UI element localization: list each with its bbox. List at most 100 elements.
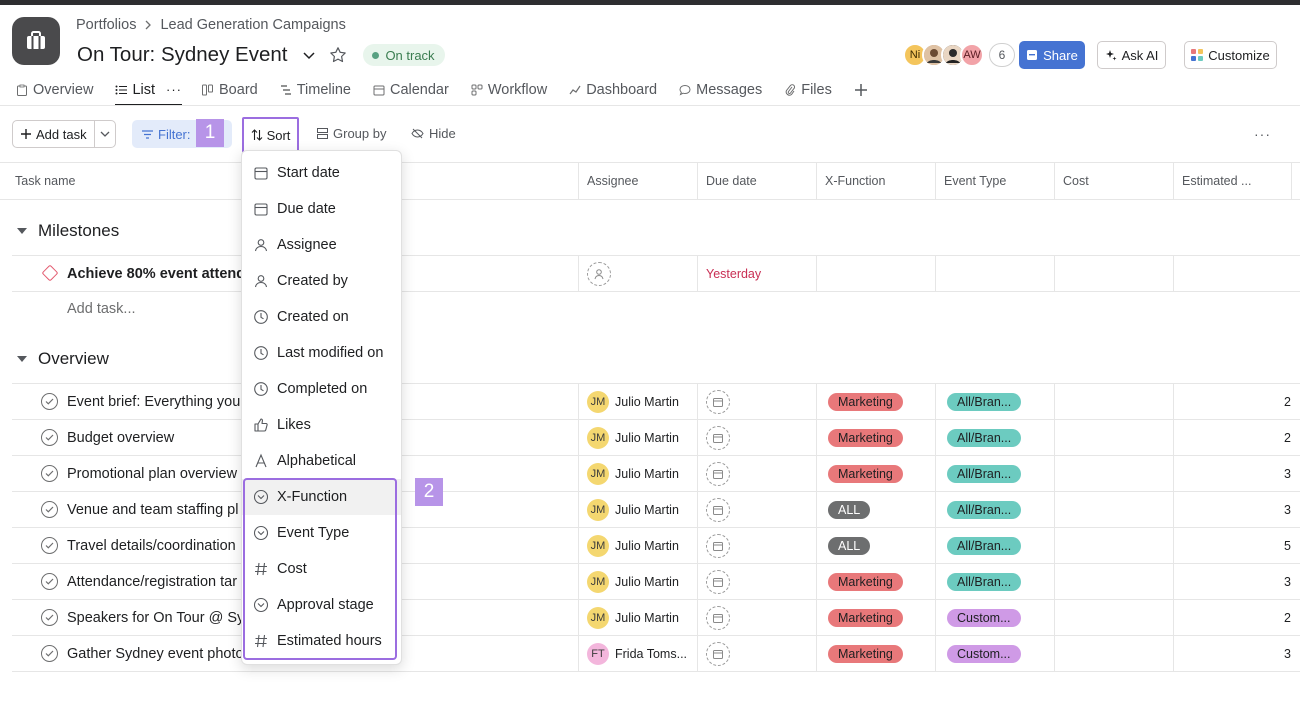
event-type-cell[interactable]: All/Bran... bbox=[935, 492, 1054, 527]
share-button[interactable]: Share bbox=[1019, 41, 1085, 69]
due-date-cell[interactable] bbox=[697, 636, 816, 671]
sort-option-assignee[interactable]: Assignee bbox=[242, 227, 401, 263]
add-task-button[interactable]: Add task bbox=[12, 120, 116, 148]
event-type-cell[interactable]: All/Bran... bbox=[935, 528, 1054, 563]
task-name[interactable]: Event brief: Everything you bbox=[67, 384, 240, 419]
event-type-cell[interactable]: All/Bran... bbox=[935, 384, 1054, 419]
estimated-cell[interactable]: 3 bbox=[1173, 492, 1300, 527]
chevron-down-icon[interactable] bbox=[301, 47, 317, 63]
cost-cell[interactable] bbox=[1054, 420, 1173, 455]
section-overview[interactable]: Overview bbox=[17, 349, 109, 369]
add-tab-button[interactable] bbox=[854, 80, 868, 99]
table-row[interactable]: Event brief: Everything you JM Julio Mar… bbox=[12, 383, 1300, 420]
more-options-icon[interactable]: ··· bbox=[1254, 126, 1271, 142]
x-function-cell[interactable]: Marketing bbox=[816, 600, 935, 635]
tab-messages[interactable]: Messages bbox=[679, 80, 762, 99]
table-row[interactable]: Attendance/registration tar JM Julio Mar… bbox=[12, 563, 1300, 600]
tab-overview[interactable]: Overview bbox=[16, 80, 93, 99]
column-header-assignee[interactable]: Assignee bbox=[578, 163, 697, 199]
table-row[interactable]: Promotional plan overview JM Julio Marti… bbox=[12, 455, 1300, 492]
due-date-cell[interactable]: Yesterday bbox=[697, 256, 816, 291]
complete-check-icon[interactable] bbox=[41, 645, 58, 662]
x-function-cell[interactable]: ALL bbox=[816, 492, 935, 527]
assignee-cell[interactable]: JM Julio Martin bbox=[578, 564, 697, 599]
project-briefcase-icon[interactable] bbox=[12, 17, 60, 65]
sort-option-created-by[interactable]: Created by bbox=[242, 263, 401, 299]
due-date-cell[interactable] bbox=[697, 420, 816, 455]
event-type-cell[interactable]: Custom... bbox=[935, 636, 1054, 671]
x-function-cell[interactable]: Marketing bbox=[816, 420, 935, 455]
cost-cell[interactable] bbox=[1054, 492, 1173, 527]
estimated-cell[interactable] bbox=[1173, 256, 1300, 291]
sort-option-due-date[interactable]: Due date bbox=[242, 191, 401, 227]
milestone-diamond-icon[interactable] bbox=[41, 264, 59, 282]
sort-option-start-date[interactable]: Start date bbox=[242, 155, 401, 191]
tab-board[interactable]: Board bbox=[202, 80, 258, 99]
x-function-cell[interactable] bbox=[816, 256, 935, 291]
breadcrumb-portfolios[interactable]: Portfolios bbox=[76, 17, 136, 33]
column-header-cost[interactable]: Cost bbox=[1054, 163, 1173, 199]
avatar[interactable]: AW bbox=[960, 43, 984, 67]
due-date-cell[interactable] bbox=[697, 564, 816, 599]
task-name[interactable]: Venue and team staffing pl bbox=[67, 492, 238, 527]
estimated-cell[interactable]: 2 bbox=[1173, 600, 1300, 635]
table-row[interactable]: Travel details/coordination JM Julio Mar… bbox=[12, 527, 1300, 564]
table-row[interactable]: Speakers for On Tour @ Sy JM Julio Marti… bbox=[12, 599, 1300, 636]
task-name[interactable]: Achieve 80% event attend bbox=[67, 256, 245, 291]
assignee-cell[interactable]: FT Frida Toms... bbox=[578, 636, 697, 671]
tab-files[interactable]: Files bbox=[784, 80, 832, 99]
task-name[interactable]: Promotional plan overview bbox=[67, 456, 237, 491]
task-name[interactable]: Gather Sydney event photo bbox=[67, 636, 244, 671]
estimated-cell[interactable]: 3 bbox=[1173, 636, 1300, 671]
add-task-dropdown[interactable] bbox=[95, 121, 115, 147]
sort-option-completed-on[interactable]: Completed on bbox=[242, 371, 401, 407]
sort-option-alphabetical[interactable]: Alphabetical bbox=[242, 443, 401, 479]
calendar-icon[interactable] bbox=[706, 389, 730, 414]
complete-check-icon[interactable] bbox=[41, 537, 58, 554]
due-date-cell[interactable] bbox=[697, 492, 816, 527]
add-task-main[interactable]: Add task bbox=[13, 121, 95, 147]
event-type-cell[interactable]: All/Bran... bbox=[935, 420, 1054, 455]
sort-option-last-modified-on[interactable]: Last modified on bbox=[242, 335, 401, 371]
add-task-link[interactable]: Add task... bbox=[67, 301, 136, 317]
calendar-icon[interactable] bbox=[706, 425, 730, 450]
table-row[interactable]: Venue and team staffing pl JM Julio Mart… bbox=[12, 491, 1300, 528]
x-function-cell[interactable]: Marketing bbox=[816, 384, 935, 419]
complete-check-icon[interactable] bbox=[41, 429, 58, 446]
x-function-cell[interactable]: Marketing bbox=[816, 636, 935, 671]
complete-check-icon[interactable] bbox=[41, 609, 58, 626]
group-by-button[interactable]: Group by bbox=[317, 126, 386, 141]
assignee-cell[interactable] bbox=[578, 256, 697, 291]
assignee-cell[interactable]: JM Julio Martin bbox=[578, 600, 697, 635]
sort-button[interactable]: Sort bbox=[242, 117, 299, 153]
calendar-icon[interactable] bbox=[706, 533, 730, 558]
ask-ai-button[interactable]: Ask AI bbox=[1097, 41, 1166, 69]
tab-more-icon[interactable]: ··· bbox=[166, 82, 182, 97]
calendar-icon[interactable] bbox=[706, 605, 730, 630]
cost-cell[interactable] bbox=[1054, 564, 1173, 599]
task-name[interactable]: Budget overview bbox=[67, 420, 174, 455]
unassigned-person-icon[interactable] bbox=[587, 261, 611, 286]
column-header-due-date[interactable]: Due date bbox=[697, 163, 816, 199]
tab-timeline[interactable]: Timeline bbox=[280, 80, 351, 99]
x-function-cell[interactable]: ALL bbox=[816, 528, 935, 563]
assignee-cell[interactable]: JM Julio Martin bbox=[578, 492, 697, 527]
estimated-cell[interactable]: 3 bbox=[1173, 456, 1300, 491]
column-header-estimated[interactable]: Estimated ... bbox=[1173, 163, 1292, 199]
event-type-cell[interactable]: All/Bran... bbox=[935, 564, 1054, 599]
tab-list[interactable]: List ··· bbox=[115, 80, 182, 106]
section-milestones[interactable]: Milestones bbox=[17, 221, 119, 241]
complete-check-icon[interactable] bbox=[41, 465, 58, 482]
table-row[interactable]: Achieve 80% event attend Yesterday bbox=[12, 255, 1300, 292]
x-function-cell[interactable]: Marketing bbox=[816, 456, 935, 491]
collapse-triangle-icon[interactable] bbox=[17, 228, 27, 234]
due-date-cell[interactable] bbox=[697, 528, 816, 563]
due-date-cell[interactable] bbox=[697, 600, 816, 635]
event-type-cell[interactable] bbox=[935, 256, 1054, 291]
task-name[interactable]: Travel details/coordination bbox=[67, 528, 236, 563]
x-function-cell[interactable]: Marketing bbox=[816, 564, 935, 599]
table-row[interactable]: Gather Sydney event photo FT Frida Toms.… bbox=[12, 635, 1300, 672]
star-icon[interactable] bbox=[329, 46, 347, 64]
status-badge[interactable]: On track bbox=[363, 44, 445, 66]
cost-cell[interactable] bbox=[1054, 256, 1173, 291]
